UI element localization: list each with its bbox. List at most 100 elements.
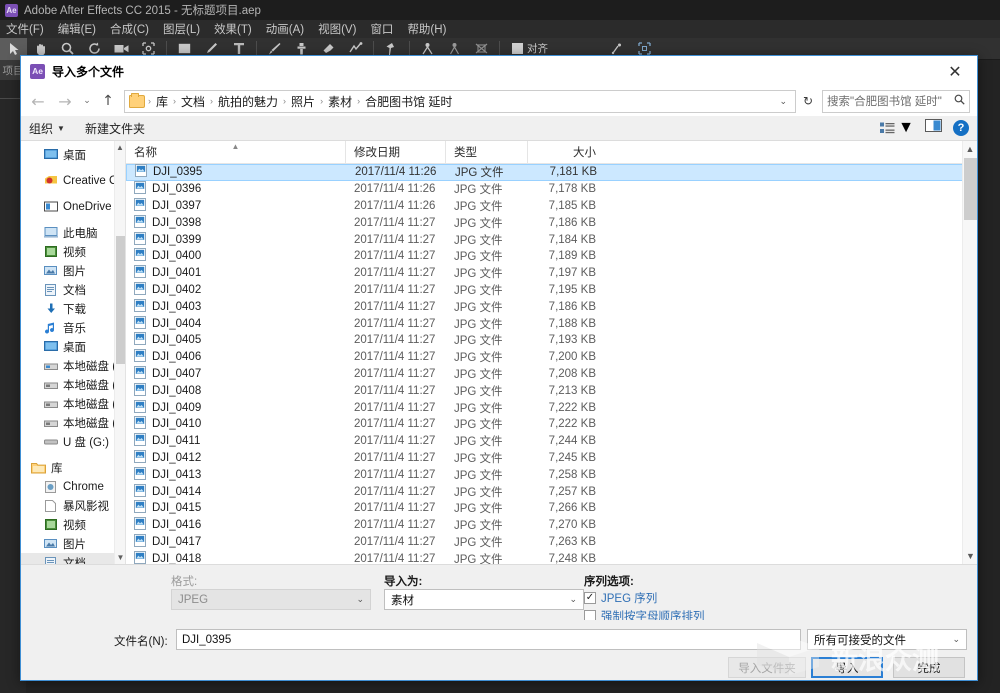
- menu-item-file[interactable]: 文件(F): [6, 21, 44, 37]
- table-row[interactable]: DJI_04122017/11/4 11:27JPG 文件7,245 KB: [126, 450, 977, 467]
- tree-item-documents-lib[interactable]: 文档: [21, 553, 125, 564]
- tree-item-library[interactable]: 库: [21, 458, 125, 477]
- table-row[interactable]: DJI_04172017/11/4 11:27JPG 文件7,263 KB: [126, 534, 977, 551]
- file-name: DJI_0414: [152, 486, 201, 498]
- done-button[interactable]: 完成: [893, 657, 965, 678]
- tree-scrollbar-thumb[interactable]: [116, 236, 125, 364]
- table-row[interactable]: DJI_04182017/11/4 11:27JPG 文件7,248 KB: [126, 550, 977, 564]
- organize-button[interactable]: 组织 ▼: [29, 120, 65, 137]
- scroll-down-icon[interactable]: ▼: [963, 548, 978, 564]
- table-row[interactable]: DJI_04072017/11/4 11:27JPG 文件7,208 KB: [126, 366, 977, 383]
- tree-item-pictures[interactable]: 图片: [21, 261, 125, 280]
- filetype-select[interactable]: 所有可接受的文件 ⌄: [807, 629, 967, 650]
- new-folder-button[interactable]: 新建文件夹: [85, 120, 145, 137]
- table-row[interactable]: DJI_04062017/11/4 11:27JPG 文件7,200 KB: [126, 349, 977, 366]
- menu-item-layer[interactable]: 图层(L): [163, 21, 200, 37]
- tree-item-downloads[interactable]: 下载: [21, 299, 125, 318]
- forward-icon[interactable]: →: [52, 89, 78, 113]
- recent-locations-chevron-down-icon[interactable]: ⌄: [79, 89, 95, 113]
- scroll-up-icon[interactable]: ▲: [963, 141, 977, 157]
- breadcrumb-chevron-down-icon[interactable]: ⌄: [775, 96, 791, 107]
- menu-item-edit[interactable]: 编辑(E): [58, 21, 96, 37]
- view-options-button[interactable]: ▼: [880, 119, 914, 137]
- help-icon[interactable]: ?: [953, 120, 969, 136]
- align-swatch[interactable]: [512, 43, 523, 54]
- menu-item-composition[interactable]: 合成(C): [110, 21, 149, 37]
- back-icon[interactable]: ←: [25, 89, 51, 113]
- file-type-cell: JPG 文件: [447, 164, 529, 180]
- tree-item-music[interactable]: 音乐: [21, 318, 125, 337]
- table-row[interactable]: DJI_04152017/11/4 11:27JPG 文件7,266 KB: [126, 500, 977, 517]
- jpeg-sequence-checkbox-row[interactable]: ✓ JPEG 序列: [584, 590, 657, 606]
- tree-item-chrome[interactable]: Chrome: [21, 477, 125, 496]
- import-as-select[interactable]: 素材 ⌄: [384, 589, 584, 610]
- tree-item-local-disk-3[interactable]: 本地磁盘 (: [21, 413, 125, 432]
- scroll-up-icon[interactable]: ▲: [115, 141, 125, 154]
- table-row[interactable]: DJI_04092017/11/4 11:27JPG 文件7,222 KB: [126, 399, 977, 416]
- navigation-tree: 桌面 Creative Cl OneDrive 此电脑: [21, 141, 126, 564]
- column-header-type[interactable]: 类型: [446, 141, 528, 164]
- table-row[interactable]: DJI_03992017/11/4 11:27JPG 文件7,184 KB: [126, 231, 977, 248]
- breadcrumb-item-0[interactable]: 库: [152, 93, 172, 110]
- breadcrumb-item-3[interactable]: 照片: [287, 93, 319, 110]
- table-row[interactable]: DJI_04162017/11/4 11:27JPG 文件7,270 KB: [126, 517, 977, 534]
- file-type-cell: JPG 文件: [446, 517, 528, 533]
- tree-item-documents[interactable]: 文档: [21, 280, 125, 299]
- close-icon[interactable]: ✕: [933, 56, 977, 86]
- search-input[interactable]: 搜索"合肥图书馆 延时": [822, 90, 970, 113]
- tree-item-desktop-1[interactable]: 桌面: [21, 337, 125, 356]
- filename-input[interactable]: DJI_0395: [176, 629, 801, 650]
- import-button[interactable]: 导入: [811, 657, 883, 678]
- menu-item-effect[interactable]: 效果(T): [214, 21, 252, 37]
- menu-item-window[interactable]: 窗口: [370, 21, 393, 37]
- creative-cloud-icon: [43, 174, 58, 188]
- table-row[interactable]: DJI_04102017/11/4 11:27JPG 文件7,222 KB: [126, 416, 977, 433]
- preview-pane-button[interactable]: [925, 119, 942, 137]
- breadcrumb-item-5[interactable]: 合肥图书馆 延时: [361, 93, 456, 110]
- menu-item-help[interactable]: 帮助(H): [407, 21, 446, 37]
- tree-item-creative-cloud[interactable]: Creative Cl: [21, 171, 125, 190]
- table-row[interactable]: DJI_04142017/11/4 11:27JPG 文件7,257 KB: [126, 483, 977, 500]
- tree-item-this-pc[interactable]: 此电脑: [21, 223, 125, 242]
- tree-item-local-disk-1[interactable]: 本地磁盘 (: [21, 375, 125, 394]
- tree-item-onedrive[interactable]: OneDrive: [21, 197, 125, 216]
- table-row[interactable]: DJI_04052017/11/4 11:27JPG 文件7,193 KB: [126, 332, 977, 349]
- table-row[interactable]: DJI_03962017/11/4 11:26JPG 文件7,178 KB: [126, 181, 977, 198]
- table-row[interactable]: DJI_04112017/11/4 11:27JPG 文件7,244 KB: [126, 433, 977, 450]
- column-header-date[interactable]: 修改日期: [346, 141, 446, 164]
- breadcrumb-item-2[interactable]: 航拍的魅力: [214, 93, 282, 110]
- table-row[interactable]: DJI_04132017/11/4 11:27JPG 文件7,258 KB: [126, 466, 977, 483]
- file-list-scrollbar[interactable]: ▲ ▼: [962, 141, 977, 564]
- breadcrumb-item-1[interactable]: 文档: [177, 93, 209, 110]
- table-row[interactable]: DJI_03982017/11/4 11:27JPG 文件7,186 KB: [126, 214, 977, 231]
- file-name-cell: DJI_0404: [126, 316, 346, 332]
- menu-item-view[interactable]: 视图(V): [318, 21, 356, 37]
- tree-item-videos-lib[interactable]: 视频: [21, 515, 125, 534]
- table-row[interactable]: DJI_04012017/11/4 11:27JPG 文件7,197 KB: [126, 265, 977, 282]
- tree-item-videos[interactable]: 视频: [21, 242, 125, 261]
- table-row[interactable]: DJI_04022017/11/4 11:27JPG 文件7,195 KB: [126, 282, 977, 299]
- tree-item-usb-drive[interactable]: U 盘 (G:): [21, 432, 125, 451]
- tree-scrollbar[interactable]: ▲ ▼: [114, 141, 125, 564]
- refresh-icon[interactable]: ↻: [797, 90, 819, 113]
- table-row[interactable]: DJI_03952017/11/4 11:26JPG 文件7,181 KB: [126, 164, 977, 181]
- tree-item-local-disk-2[interactable]: 本地磁盘 (: [21, 394, 125, 413]
- breadcrumb[interactable]: › 库 › 文档 › 航拍的魅力 › 照片 › 素材 › 合肥图书馆 延时 ⌄: [124, 90, 796, 113]
- file-list-scrollbar-thumb[interactable]: [964, 158, 977, 220]
- tree-item-local-disk-0[interactable]: 本地磁盘 (: [21, 356, 125, 375]
- jpeg-sequence-checkbox[interactable]: ✓: [584, 592, 596, 604]
- tree-item-desktop-0[interactable]: 桌面: [21, 145, 125, 164]
- table-row[interactable]: DJI_04032017/11/4 11:27JPG 文件7,186 KB: [126, 298, 977, 315]
- tree-item-pictures-lib[interactable]: 图片: [21, 534, 125, 553]
- menu-item-animation[interactable]: 动画(A): [266, 21, 304, 37]
- column-header-size[interactable]: 大小: [528, 141, 606, 164]
- table-row[interactable]: DJI_03972017/11/4 11:26JPG 文件7,185 KB: [126, 198, 977, 215]
- scroll-down-icon[interactable]: ▼: [115, 551, 126, 564]
- up-icon[interactable]: ↑: [96, 89, 120, 113]
- table-row[interactable]: DJI_04002017/11/4 11:27JPG 文件7,189 KB: [126, 248, 977, 265]
- table-row[interactable]: DJI_04042017/11/4 11:27JPG 文件7,188 KB: [126, 315, 977, 332]
- tree-item-baofeng[interactable]: 暴风影视: [21, 496, 125, 515]
- table-row[interactable]: DJI_04082017/11/4 11:27JPG 文件7,213 KB: [126, 382, 977, 399]
- column-header-name[interactable]: ▲ 名称: [126, 141, 346, 164]
- breadcrumb-item-4[interactable]: 素材: [324, 93, 356, 110]
